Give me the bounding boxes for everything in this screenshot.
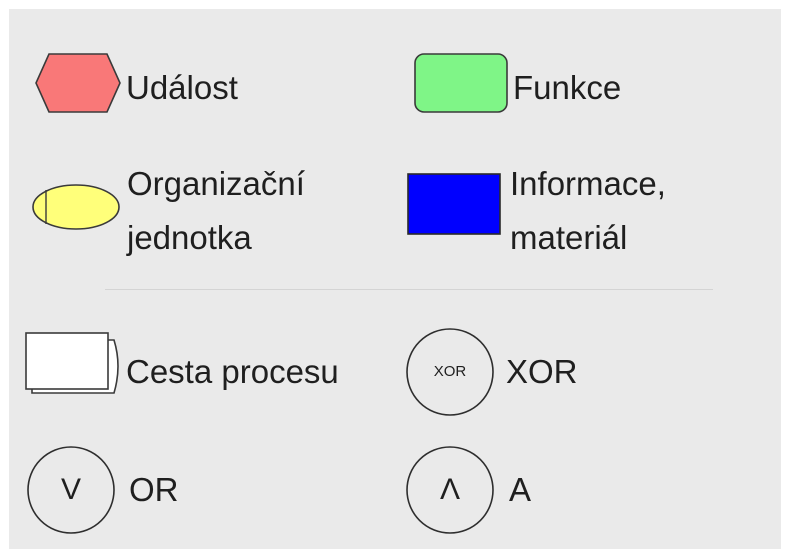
xor-connector-icon: XOR [405,327,495,417]
section-divider [105,289,713,290]
legend-panel: Událost Funkce Organizační jednotka Info… [9,9,781,549]
org-unit-label-line2: jednotka [127,219,252,256]
and-label: A [509,471,532,508]
or-symbol: V [60,473,81,506]
hexagon-event-icon [35,53,121,113]
process-path-label: Cesta procesu [126,353,339,390]
ellipse-org-unit-icon [31,183,121,231]
or-label: OR [129,471,179,508]
information-label-line1: Informace, [510,165,666,202]
event-label: Událost [126,69,238,106]
xor-label: XOR [506,353,578,390]
and-connector-icon: Λ [405,445,495,535]
org-unit-label-line1: Organizační [127,165,305,202]
rounded-rect-function-icon [414,53,508,113]
function-label: Funkce [513,69,622,106]
rect-information-icon [407,173,501,235]
information-label-line2: materiál [510,219,628,256]
stacked-pages-process-path-icon [25,330,125,398]
and-symbol: Λ [439,473,461,506]
xor-symbol: XOR [433,363,467,380]
or-connector-icon: V [26,445,116,535]
